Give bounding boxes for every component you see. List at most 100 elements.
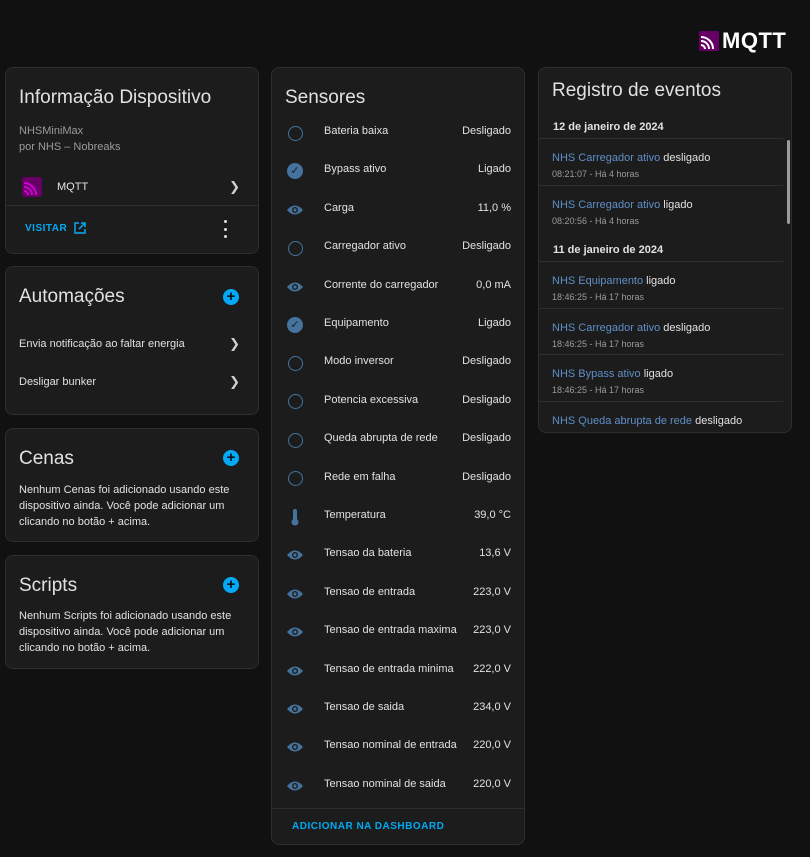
circle-outline-icon [286,354,304,372]
add-to-dashboard-button[interactable]: ADICIONAR NA DASHBOARD [292,821,444,832]
logbook-timestamp: 08:21:07 - Há 4 horas [552,169,640,179]
sensor-name: Tensao de saida [324,701,405,713]
scenes-card: Cenas + Nenhum Cenas foi adicionado usan… [5,428,259,542]
device-model: NHSMiniMax [19,125,84,137]
eye-icon [286,278,304,296]
sensor-value: 223,0 V [473,624,511,637]
integration-label: MQTT [57,181,89,193]
automation-item[interactable]: Desligar bunker ❯ [6,369,258,395]
sensor-value: Ligado [477,163,511,176]
sensor-value: Ligado [477,317,511,329]
sensor-row[interactable]: Bateria baixa Desligado [272,113,524,151]
add-scene-button[interactable]: + [223,450,239,466]
sensor-row[interactable]: Tensao de entrada maxima 223,0 V [272,612,524,650]
eye-icon [286,777,304,795]
scripts-card: Scripts + Nenhum Scripts foi adicionado … [5,555,259,669]
logbook-entity-link[interactable]: NHS Equipamento [552,275,643,287]
device-manufacturer: por NHS – Nobreaks [19,141,121,153]
sensor-value: Desligado [462,470,511,483]
automations-card: Automações + Envia notificação ao faltar… [5,266,259,415]
sensor-name: Bateria baixa [324,125,389,137]
sensor-name: Carga [324,201,354,214]
sensor-row[interactable]: Queda abrupta de rede Desligado [272,420,524,458]
chevron-right-icon: ❯ [229,336,240,351]
logbook-state: ligado [663,198,693,211]
logbook-entry: NHS Equipamento ligado 18:46:25 - Há 17 h… [539,261,783,308]
logbook-entry-message: NHS Carregador ativo desligado [552,322,710,334]
logbook-entity-link[interactable]: NHS Carregador ativo [552,152,660,164]
sensor-row[interactable]: Tensao nominal de entrada 220,0 V [272,727,524,765]
integration-row[interactable]: MQTT ❯ [6,172,258,202]
sensor-value: Desligado [462,355,511,368]
eye-icon [286,662,304,680]
sensor-row[interactable]: Rede em falha Desligado [272,459,524,497]
circle-outline-icon [286,239,304,257]
sensor-name: Tensao de entrada [324,585,416,598]
sensor-row[interactable]: Tensao nominal de saida 220,0 V [272,766,524,804]
logbook-entry-message: NHS Carregador ativo desligado [552,152,710,164]
add-automation-button[interactable]: + [223,289,239,305]
visit-label: VISITAR [25,222,68,234]
automation-item[interactable]: Envia notificação ao faltar energia ❯ [6,331,258,357]
add-script-button[interactable]: + [223,577,239,593]
logbook-date-header: 12 de janeiro de 2024 [553,121,664,133]
check-circle-icon: ✓ [286,162,304,180]
sensor-row[interactable]: Modo inversor Desligado [272,343,524,381]
sensor-name: Bypass ativo [324,163,387,176]
sensor-name: Queda abrupta de rede [324,432,438,445]
logbook-entity-link[interactable]: NHS Queda abrupta de rede [552,415,692,427]
divider [6,205,258,206]
eye-icon [286,623,304,641]
logbook-list: 12 de janeiro de 2024 NHS Carregador ativ… [539,68,791,432]
mqtt-brand-logo: MQTT [699,28,786,53]
sensor-value: Desligado [462,393,511,406]
sensor-name: Rede em falha [324,470,396,483]
sensor-row[interactable]: ✓ Bypass ativo Ligado [272,151,524,189]
automation-item-label: Envia notificação ao faltar energia [19,338,185,350]
sensor-value: Desligado [462,125,511,137]
sensor-name: Tensao nominal de entrada [324,739,457,752]
logbook-timestamp: 18:46:25 - Há 17 horas [552,338,645,349]
sensor-value: 13,6 V [479,547,511,560]
sensor-row[interactable]: Corrente do carregador 0,0 mA [272,267,524,305]
logbook-state: ligado [643,368,674,380]
scenes-title: Cenas [19,448,74,469]
logbook-entity-link[interactable]: NHS Carregador ativo [552,199,660,211]
logbook-timestamp: 18:46:25 - Há 17 horas [552,292,645,302]
sensor-value: 234,0 V [473,701,511,713]
sensor-row[interactable]: Tensao de entrada minima 222,0 V [272,651,524,689]
sensor-name: Modo inversor [324,355,394,368]
logbook-entry: NHS Carregador ativo desligado 08:21:07 -… [539,138,783,185]
thermometer-icon [286,508,304,526]
logbook-entity-link[interactable]: NHS Carregador ativo [552,322,660,334]
sensor-name: Tensao de entrada minima [324,662,454,675]
mqtt-integration-icon [22,177,42,197]
sensor-value: 220,0 V [473,739,511,752]
logbook-state: desligado [695,414,743,427]
sensor-row[interactable]: Tensao de saida 234,0 V [272,689,524,727]
more-options-icon[interactable] [220,220,230,238]
sensor-row[interactable]: Tensao de entrada 223,0 V [272,574,524,612]
logbook-entry: NHS Queda abrupta de rede desligado [539,400,783,433]
automations-title: Automações [19,286,125,307]
circle-outline-icon [286,124,304,142]
sensor-row[interactable]: Carregador ativo Desligado [272,228,524,266]
logbook-entity-link[interactable]: NHS Bypass ativo [552,368,641,380]
sensor-value: 0,0 mA [476,278,511,291]
scrollbar-thumb[interactable] [787,140,790,224]
circle-outline-icon [286,470,304,488]
visit-button[interactable]: VISITAR [25,222,86,234]
sensor-name: Temperatura [324,509,386,521]
scripts-empty-text: Nenhum Scripts foi adicionado usando est… [19,610,232,654]
sensor-row[interactable]: Carga 11,0 % [272,190,524,228]
sensor-name: Tensao de entrada maxima [324,624,457,637]
sensor-row[interactable]: Tensao da bateria 13,6 V [272,535,524,573]
sensor-row[interactable]: ✓ Equipamento Ligado [272,305,524,343]
eye-icon [286,201,304,219]
device-info-title: Informação Dispositivo [19,87,212,108]
sensor-name: Corrente do carregador [324,278,439,291]
sensor-name: Equipamento [324,317,389,329]
sensor-row[interactable]: Potencia excessiva Desligado [272,382,524,420]
logbook-timestamp: 18:46:25 - Há 17 horas [552,385,645,395]
sensor-row[interactable]: Temperatura 39,0 °C [272,497,524,535]
